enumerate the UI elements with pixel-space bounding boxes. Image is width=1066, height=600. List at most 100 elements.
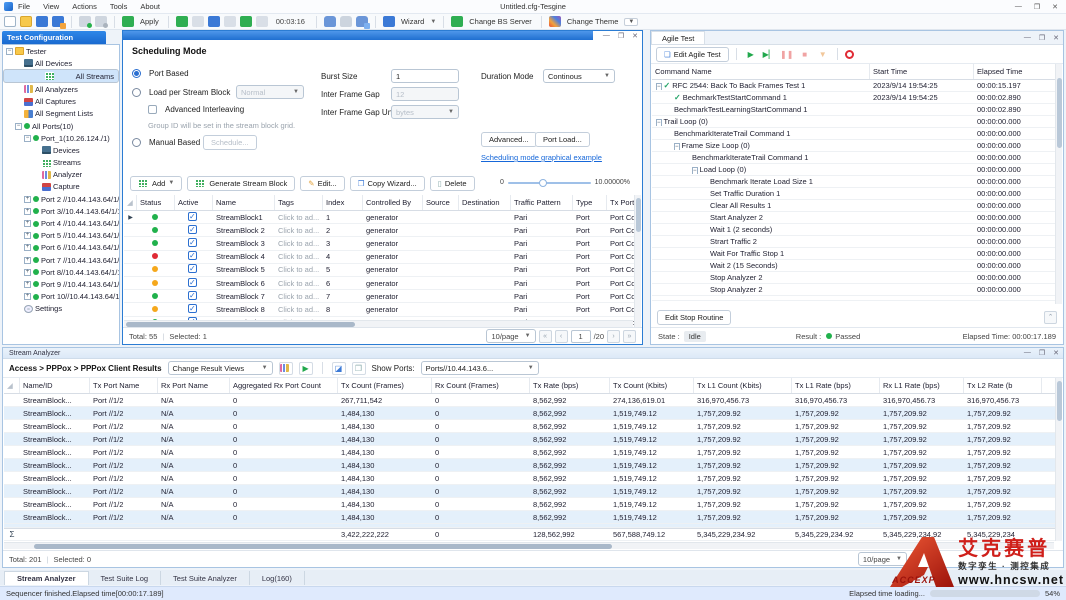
menu-view[interactable]: View <box>43 2 59 11</box>
command-row[interactable]: Stop Analyzer 200:00:00.000 <box>652 284 1055 296</box>
active-checkbox[interactable] <box>188 264 197 273</box>
menu-actions[interactable]: Actions <box>72 2 97 11</box>
prev-page-button[interactable]: ‹ <box>555 330 568 343</box>
tree-item[interactable]: +Port 8//10.44.143.64/1/1 <box>3 266 119 278</box>
expander-icon[interactable]: − <box>656 119 662 126</box>
schedule-button[interactable]: Schedule... <box>203 135 257 150</box>
result-row[interactable]: StreamBlock...Port //1/2N/A01,484,13008,… <box>4 446 1055 459</box>
expander-icon[interactable]: + <box>24 257 31 264</box>
stream-row[interactable]: StreamBlock 5Click to ad...5generatorPar… <box>124 264 641 277</box>
column-header-rx-l-rate-bps-[interactable]: Rx L1 Rate (bps) <box>880 378 964 393</box>
stop-capture-icon[interactable] <box>256 16 268 27</box>
command-row[interactable]: Wait 2 (15 Seconds)00:00:00.000 <box>652 260 1055 272</box>
apply-icon[interactable] <box>122 16 134 27</box>
active-cell[interactable] <box>175 212 213 223</box>
active-cell[interactable] <box>175 278 213 289</box>
next-page-button[interactable]: › <box>607 330 620 343</box>
command-row[interactable]: BenchmarkIterateTrail Command 100:00:00.… <box>652 128 1055 140</box>
analyzer-hscrollbar[interactable] <box>4 542 1054 549</box>
port-based-radio[interactable]: Port Based <box>132 69 189 78</box>
start-capture-icon[interactable] <box>240 16 252 27</box>
tree-item[interactable]: −All Ports(10) <box>3 120 119 132</box>
export-results-icon[interactable]: ❐ <box>352 362 366 375</box>
active-checkbox[interactable] <box>188 212 197 221</box>
command-row[interactable]: Clear All Results 100:00:00.000 <box>652 200 1055 212</box>
panel-minimize-icon[interactable]: — <box>1024 34 1031 41</box>
expander-icon[interactable]: + <box>24 220 31 227</box>
active-cell[interactable] <box>175 291 213 302</box>
show-ports-select[interactable]: Ports//10.44.143.6...▼ <box>421 361 539 375</box>
column-header-tx-rate-bps-[interactable]: Tx Rate (bps) <box>530 378 610 393</box>
expander-icon[interactable]: + <box>24 281 31 288</box>
column-header-elapsed-time[interactable]: Elapsed Time <box>974 64 1055 79</box>
expander-icon[interactable]: + <box>24 269 31 276</box>
resume-results-icon[interactable]: ▶ <box>299 362 313 375</box>
tree-item[interactable]: Capture <box>3 181 119 193</box>
bottom-tab-test-suite-analyzer[interactable]: Test Suite Analyzer <box>161 571 250 585</box>
stream-row[interactable]: StreamBlock 2Click to ad...2generatorPar… <box>124 224 641 237</box>
step-icon[interactable]: ▶▏ <box>762 48 776 61</box>
active-cell[interactable] <box>175 304 213 315</box>
active-checkbox[interactable] <box>188 238 197 247</box>
expander-icon[interactable]: + <box>24 293 31 300</box>
result-row[interactable]: StreamBlock...Port //1/2N/A01,484,13008,… <box>4 433 1055 446</box>
tree-item[interactable]: Analyzer <box>3 169 119 181</box>
result-row[interactable]: StreamBlock...Port //1/2N/A01,484,13008,… <box>4 459 1055 472</box>
expander-icon[interactable]: − <box>6 48 13 55</box>
command-row[interactable]: −Frame Size Loop (0)00:00:00.000 <box>652 140 1055 152</box>
column-header-controlled-by[interactable]: Controlled By <box>363 195 423 210</box>
manual-based-radio[interactable]: Manual Based <box>132 138 200 147</box>
menu-about[interactable]: About <box>140 2 160 11</box>
expander-icon[interactable]: + <box>24 208 31 215</box>
tree-item[interactable]: Streams <box>3 157 119 169</box>
maximize-icon[interactable]: ❐ <box>1034 3 1040 11</box>
change-result-views-select[interactable]: Change Result Views▼ <box>168 361 273 375</box>
stream-row[interactable]: ▶StreamBlock1Click to ad...1generatorPar… <box>124 211 641 224</box>
active-checkbox[interactable] <box>188 225 197 234</box>
panel-close-icon[interactable]: ✕ <box>1053 349 1059 357</box>
chart-view-icon[interactable] <box>279 362 293 375</box>
change-theme-label[interactable]: Change Theme <box>567 17 619 26</box>
panel-restore-icon[interactable]: ❐ <box>1039 349 1045 357</box>
expander-icon[interactable]: + <box>24 232 31 239</box>
close-icon[interactable]: ✕ <box>1052 3 1058 11</box>
expander-icon[interactable]: − <box>674 143 680 150</box>
command-row[interactable]: Benchmark Iterate Load Size 100:00:00.00… <box>652 176 1055 188</box>
tree-item[interactable]: +Port 10//10.44.143.64/1/1 <box>3 291 119 303</box>
panel-restore-icon[interactable]: ❐ <box>1039 34 1045 42</box>
change-bs-server-label[interactable]: Change BS Server <box>469 17 532 26</box>
stream-row[interactable]: StreamBlock 7Click to ad...7generatorPar… <box>124 290 641 303</box>
tree-item[interactable]: +Port 4 //10.44.143.64/1/1 <box>3 217 119 229</box>
column-header-tx-l-rate-bps-[interactable]: Tx L1 Rate (bps) <box>792 378 880 393</box>
active-checkbox[interactable] <box>188 304 197 313</box>
command-row[interactable]: BechmarkTestLearningStartCommand 100:00:… <box>652 104 1055 116</box>
copy-wizard-button[interactable]: ❐Copy Wizard... <box>350 176 425 191</box>
port-load-button[interactable]: Port Load... <box>535 132 590 147</box>
result-row[interactable]: StreamBlock...Port //1/2N/A01,484,13008,… <box>4 407 1055 420</box>
select-all-corner-icon[interactable]: ◢ <box>124 195 137 210</box>
delete-button[interactable]: ▯Delete <box>430 176 475 191</box>
load-slider[interactable]: 0 10.00000% <box>500 179 630 186</box>
tree-item[interactable]: All Segment Lists <box>3 108 119 120</box>
column-header-tx-l-count-kbits-[interactable]: Tx L1 Count (Kbits) <box>694 378 792 393</box>
theme-dropdown-icon[interactable]: ▼ <box>624 18 638 26</box>
result-row[interactable]: StreamBlock...Port //1/2N/A01,484,13008,… <box>4 511 1055 524</box>
active-cell[interactable] <box>175 225 213 236</box>
load-per-stream-radio[interactable]: Load per Stream Block <box>132 88 230 97</box>
column-header-command-name[interactable]: Command Name <box>652 64 870 79</box>
db-connect-icon[interactable] <box>324 16 336 27</box>
column-header-tx-l-rate-b[interactable]: Tx L2 Rate (b <box>964 378 1042 393</box>
add-button[interactable]: Add▼ <box>130 176 182 191</box>
column-header-start-time[interactable]: Start Time <box>870 64 974 79</box>
wizard-label[interactable]: Wizard <box>401 17 424 26</box>
result-row[interactable]: StreamBlock...Port //1/2N/A01,484,13008,… <box>4 472 1055 485</box>
skip-icon[interactable]: ▼ <box>816 48 830 61</box>
tree-item[interactable]: +Port 9 //10.44.143.64/1/1 <box>3 278 119 290</box>
column-header-rx-count-frames-[interactable]: Rx Count (Frames) <box>432 378 530 393</box>
panel-close-icon[interactable]: ✕ <box>1053 34 1059 42</box>
minimize-icon[interactable]: — <box>1015 3 1022 11</box>
new-file-icon[interactable] <box>4 16 16 27</box>
clear-results-icon[interactable] <box>224 16 236 27</box>
command-row[interactable]: ✓BechmarkTestStartCommand 12023/9/14 19:… <box>652 92 1055 104</box>
select-all-corner-icon[interactable]: ◢ <box>4 378 20 393</box>
